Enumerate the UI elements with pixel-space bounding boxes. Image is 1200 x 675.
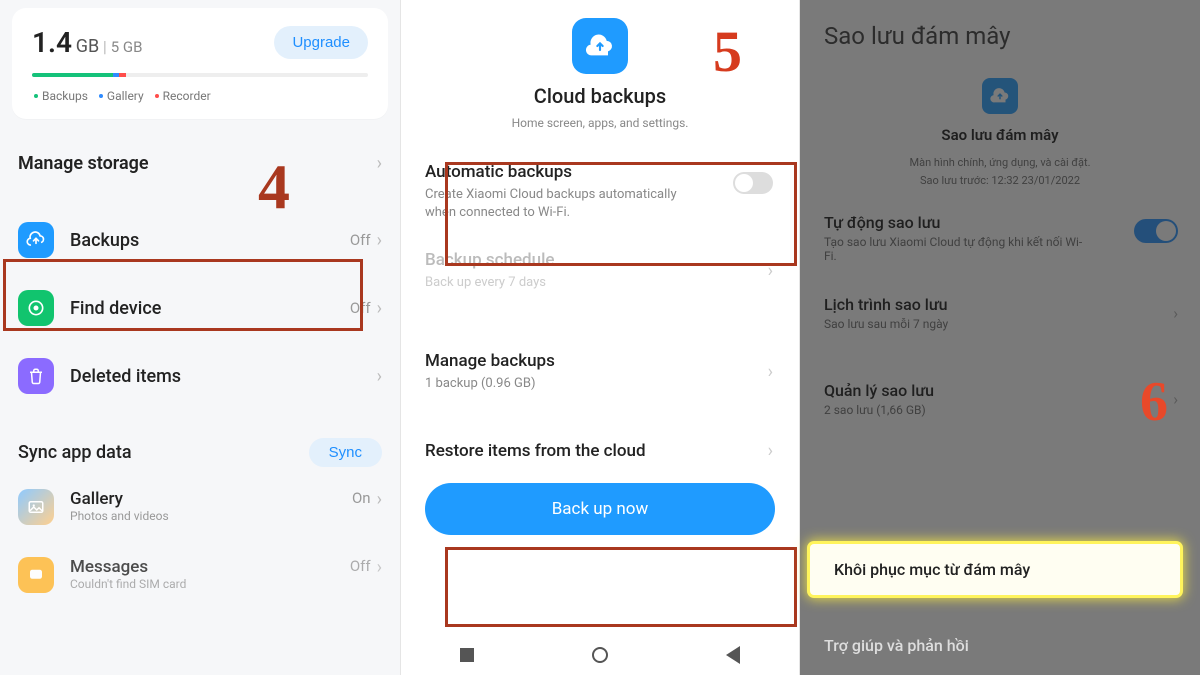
messages-icon — [18, 557, 54, 593]
cloud-backup-icon — [18, 222, 54, 258]
manage-storage-row[interactable]: Manage storage › — [0, 129, 400, 198]
sync-button[interactable]: Sync — [309, 438, 382, 467]
page-title: Cloud backups — [401, 84, 799, 108]
chevron-right-icon: › — [1173, 304, 1178, 323]
android-navbar — [401, 635, 799, 675]
messages-row[interactable]: Messages Couldn't find SIM card Off › — [0, 541, 400, 609]
step-number-5: 5 — [713, 18, 742, 85]
help-feedback-row[interactable]: Trợ giúp và phản hồi — [800, 620, 1200, 671]
back-icon[interactable] — [726, 646, 740, 664]
cloud-icon — [982, 78, 1018, 114]
chevron-right-icon: › — [768, 440, 773, 461]
backup-summary-card: Sao lưu đám mây Màn hình chính, ứng dụng… — [800, 60, 1200, 197]
home-icon[interactable] — [592, 647, 608, 663]
storage-legend: Backups Gallery Recorder — [32, 89, 368, 103]
chevron-right-icon: › — [377, 230, 382, 251]
highlight-box-4 — [3, 259, 363, 331]
chevron-right-icon: › — [377, 153, 382, 174]
auto-backup-row[interactable]: Tự động sao lưu Tạo sao lưu Xiaomi Cloud… — [800, 197, 1200, 279]
highlight-box-auto — [445, 162, 797, 266]
chevron-right-icon: › — [377, 489, 382, 510]
panel-storage-settings: 1.4 GB | 5 GB Upgrade Backups Gallery Re… — [0, 0, 400, 675]
page-subtitle: Home screen, apps, and settings. — [401, 116, 799, 130]
chevron-right-icon: › — [768, 361, 773, 382]
cloud-icon — [572, 18, 628, 74]
chevron-right-icon: › — [377, 366, 382, 387]
chevron-right-icon: › — [377, 298, 382, 319]
panel-vietnamese-backup: Sao lưu đám mây Sao lưu đám mây Màn hình… — [800, 0, 1200, 675]
highlight-box-button — [445, 547, 797, 627]
storage-used-text: 1.4 GB | 5 GB — [32, 26, 143, 59]
deleted-items-row[interactable]: Deleted items › — [0, 342, 400, 410]
sync-section-label: Sync app data — [18, 442, 132, 463]
chevron-right-icon: › — [1173, 390, 1178, 409]
trash-icon — [18, 358, 54, 394]
manage-backups-row[interactable]: Manage backups 1 backup (0.96 GB) › — [401, 337, 799, 407]
gallery-row[interactable]: Gallery Photos and videos On › — [0, 473, 400, 541]
chevron-right-icon: › — [377, 557, 382, 578]
panel-cloud-backups: Cloud backups Home screen, apps, and set… — [400, 0, 800, 675]
toggle-on[interactable] — [1134, 219, 1178, 243]
storage-card: 1.4 GB | 5 GB Upgrade Backups Gallery Re… — [12, 8, 388, 119]
recent-apps-icon[interactable] — [460, 648, 474, 662]
restore-from-cloud-row[interactable]: Khôi phục mục từ đám mây — [810, 544, 1180, 595]
backup-now-button[interactable]: Back up now — [425, 483, 775, 535]
upgrade-button[interactable]: Upgrade — [274, 26, 368, 59]
storage-bar — [32, 73, 368, 77]
step-number-6: 6 — [1140, 370, 1168, 434]
step-number-4: 4 — [258, 150, 290, 224]
restore-items-row[interactable]: Restore items from the cloud › — [401, 427, 799, 475]
schedule-row[interactable]: Lịch trình sao lưu Sao lưu sau mỗi 7 ngà… — [800, 279, 1200, 347]
page-title: Sao lưu đám mây — [800, 0, 1200, 60]
gallery-icon — [18, 489, 54, 525]
